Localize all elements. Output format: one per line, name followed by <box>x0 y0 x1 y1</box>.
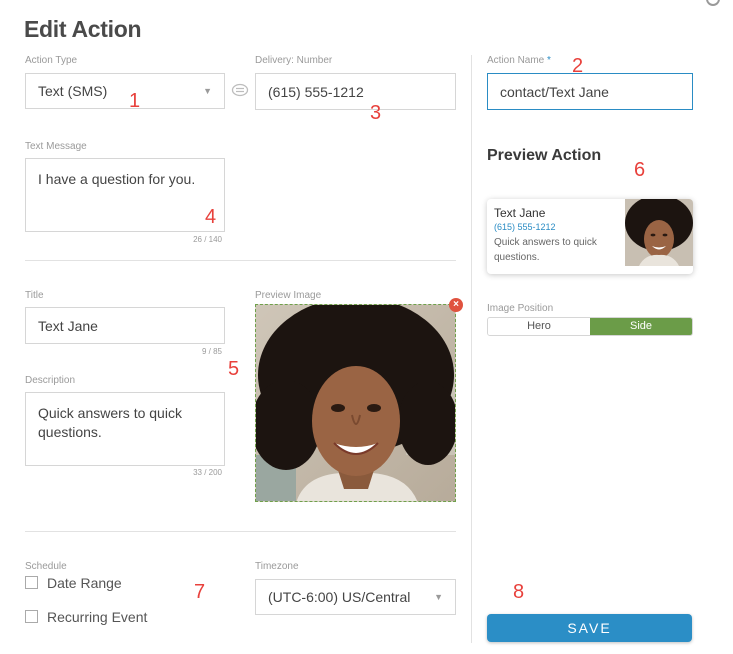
image-position-toggle[interactable]: Hero Side <box>487 317 693 336</box>
title-input[interactable]: Text Jane <box>25 307 225 344</box>
divider <box>25 531 456 532</box>
column-divider <box>471 55 472 643</box>
timezone-label: Timezone <box>255 561 299 572</box>
page-title: Edit Action <box>24 16 142 42</box>
caret-down-icon: ▼ <box>203 86 212 96</box>
timezone-value: (UTC-6:00) US/Central <box>268 589 411 605</box>
image-position-label: Image Position <box>487 303 554 314</box>
annotation-marker: 8 <box>513 581 525 603</box>
date-range-label: Date Range <box>47 575 122 591</box>
action-type-label: Action Type <box>25 55 78 66</box>
timezone-select[interactable]: (UTC-6:00) US/Central ▼ <box>255 579 456 615</box>
preview-card-thumbnail <box>625 199 693 266</box>
link-icon <box>231 83 249 102</box>
preview-image-label: Preview Image <box>255 290 322 301</box>
description-counter: 33 / 200 <box>193 468 222 477</box>
preview-card: Text Jane (615) 555-1212 Quick answers t… <box>487 199 693 274</box>
action-name-input[interactable]: contact/Text Jane <box>487 73 693 110</box>
save-button[interactable]: SAVE <box>487 614 692 642</box>
close-icon[interactable]: × <box>449 298 463 312</box>
text-message-counter: 26 / 140 <box>193 235 222 244</box>
annotation-marker: 1 <box>129 90 141 112</box>
portrait-image <box>256 305 455 501</box>
title-value: Text Jane <box>38 317 98 334</box>
delivery-label: Delivery: Number <box>255 55 333 66</box>
action-type-value: Text (SMS) <box>38 83 108 99</box>
schedule-label: Schedule <box>25 561 67 572</box>
description-textarea[interactable]: Quick answers to quick questions. <box>25 392 225 466</box>
date-range-checkbox[interactable] <box>25 576 38 589</box>
caret-down-icon: ▼ <box>434 592 443 602</box>
title-label: Title <box>25 290 44 301</box>
recurring-event-checkbox[interactable] <box>25 610 38 623</box>
preview-card-description: Quick answers to quick questions. <box>494 237 597 263</box>
delivery-number-value: (615) 555-1212 <box>268 83 364 100</box>
image-position-hero[interactable]: Hero <box>488 318 590 335</box>
preview-card-title: Text Jane <box>494 206 546 220</box>
preview-image[interactable] <box>255 304 456 502</box>
annotation-marker: 4 <box>205 206 217 228</box>
annotation-marker: 2 <box>572 55 584 77</box>
divider <box>25 260 456 261</box>
recurring-event-label: Recurring Event <box>47 609 148 625</box>
action-type-select[interactable]: Text (SMS) ▼ <box>25 73 225 109</box>
text-message-value: I have a question for you. <box>38 171 196 187</box>
text-message-textarea[interactable]: I have a question for you. <box>25 158 225 232</box>
title-counter: 9 / 85 <box>201 347 222 356</box>
action-name-label: Action Name * <box>487 55 551 66</box>
annotation-marker: 7 <box>194 581 206 603</box>
text-message-label: Text Message <box>25 141 87 152</box>
preview-card-phone: (615) 555-1212 <box>494 222 556 232</box>
description-label: Description <box>25 375 76 386</box>
image-position-side[interactable]: Side <box>590 318 692 335</box>
delivery-number-input[interactable]: (615) 555-1212 <box>255 73 456 110</box>
annotation-marker: 3 <box>370 102 382 124</box>
action-name-value: contact/Text Jane <box>500 83 609 100</box>
description-value: Quick answers to quick questions. <box>38 405 182 440</box>
preview-action-heading: Preview Action <box>487 147 602 164</box>
annotation-marker: 6 <box>634 159 646 181</box>
annotation-marker: 5 <box>228 358 240 380</box>
help-icon[interactable] <box>706 0 720 6</box>
